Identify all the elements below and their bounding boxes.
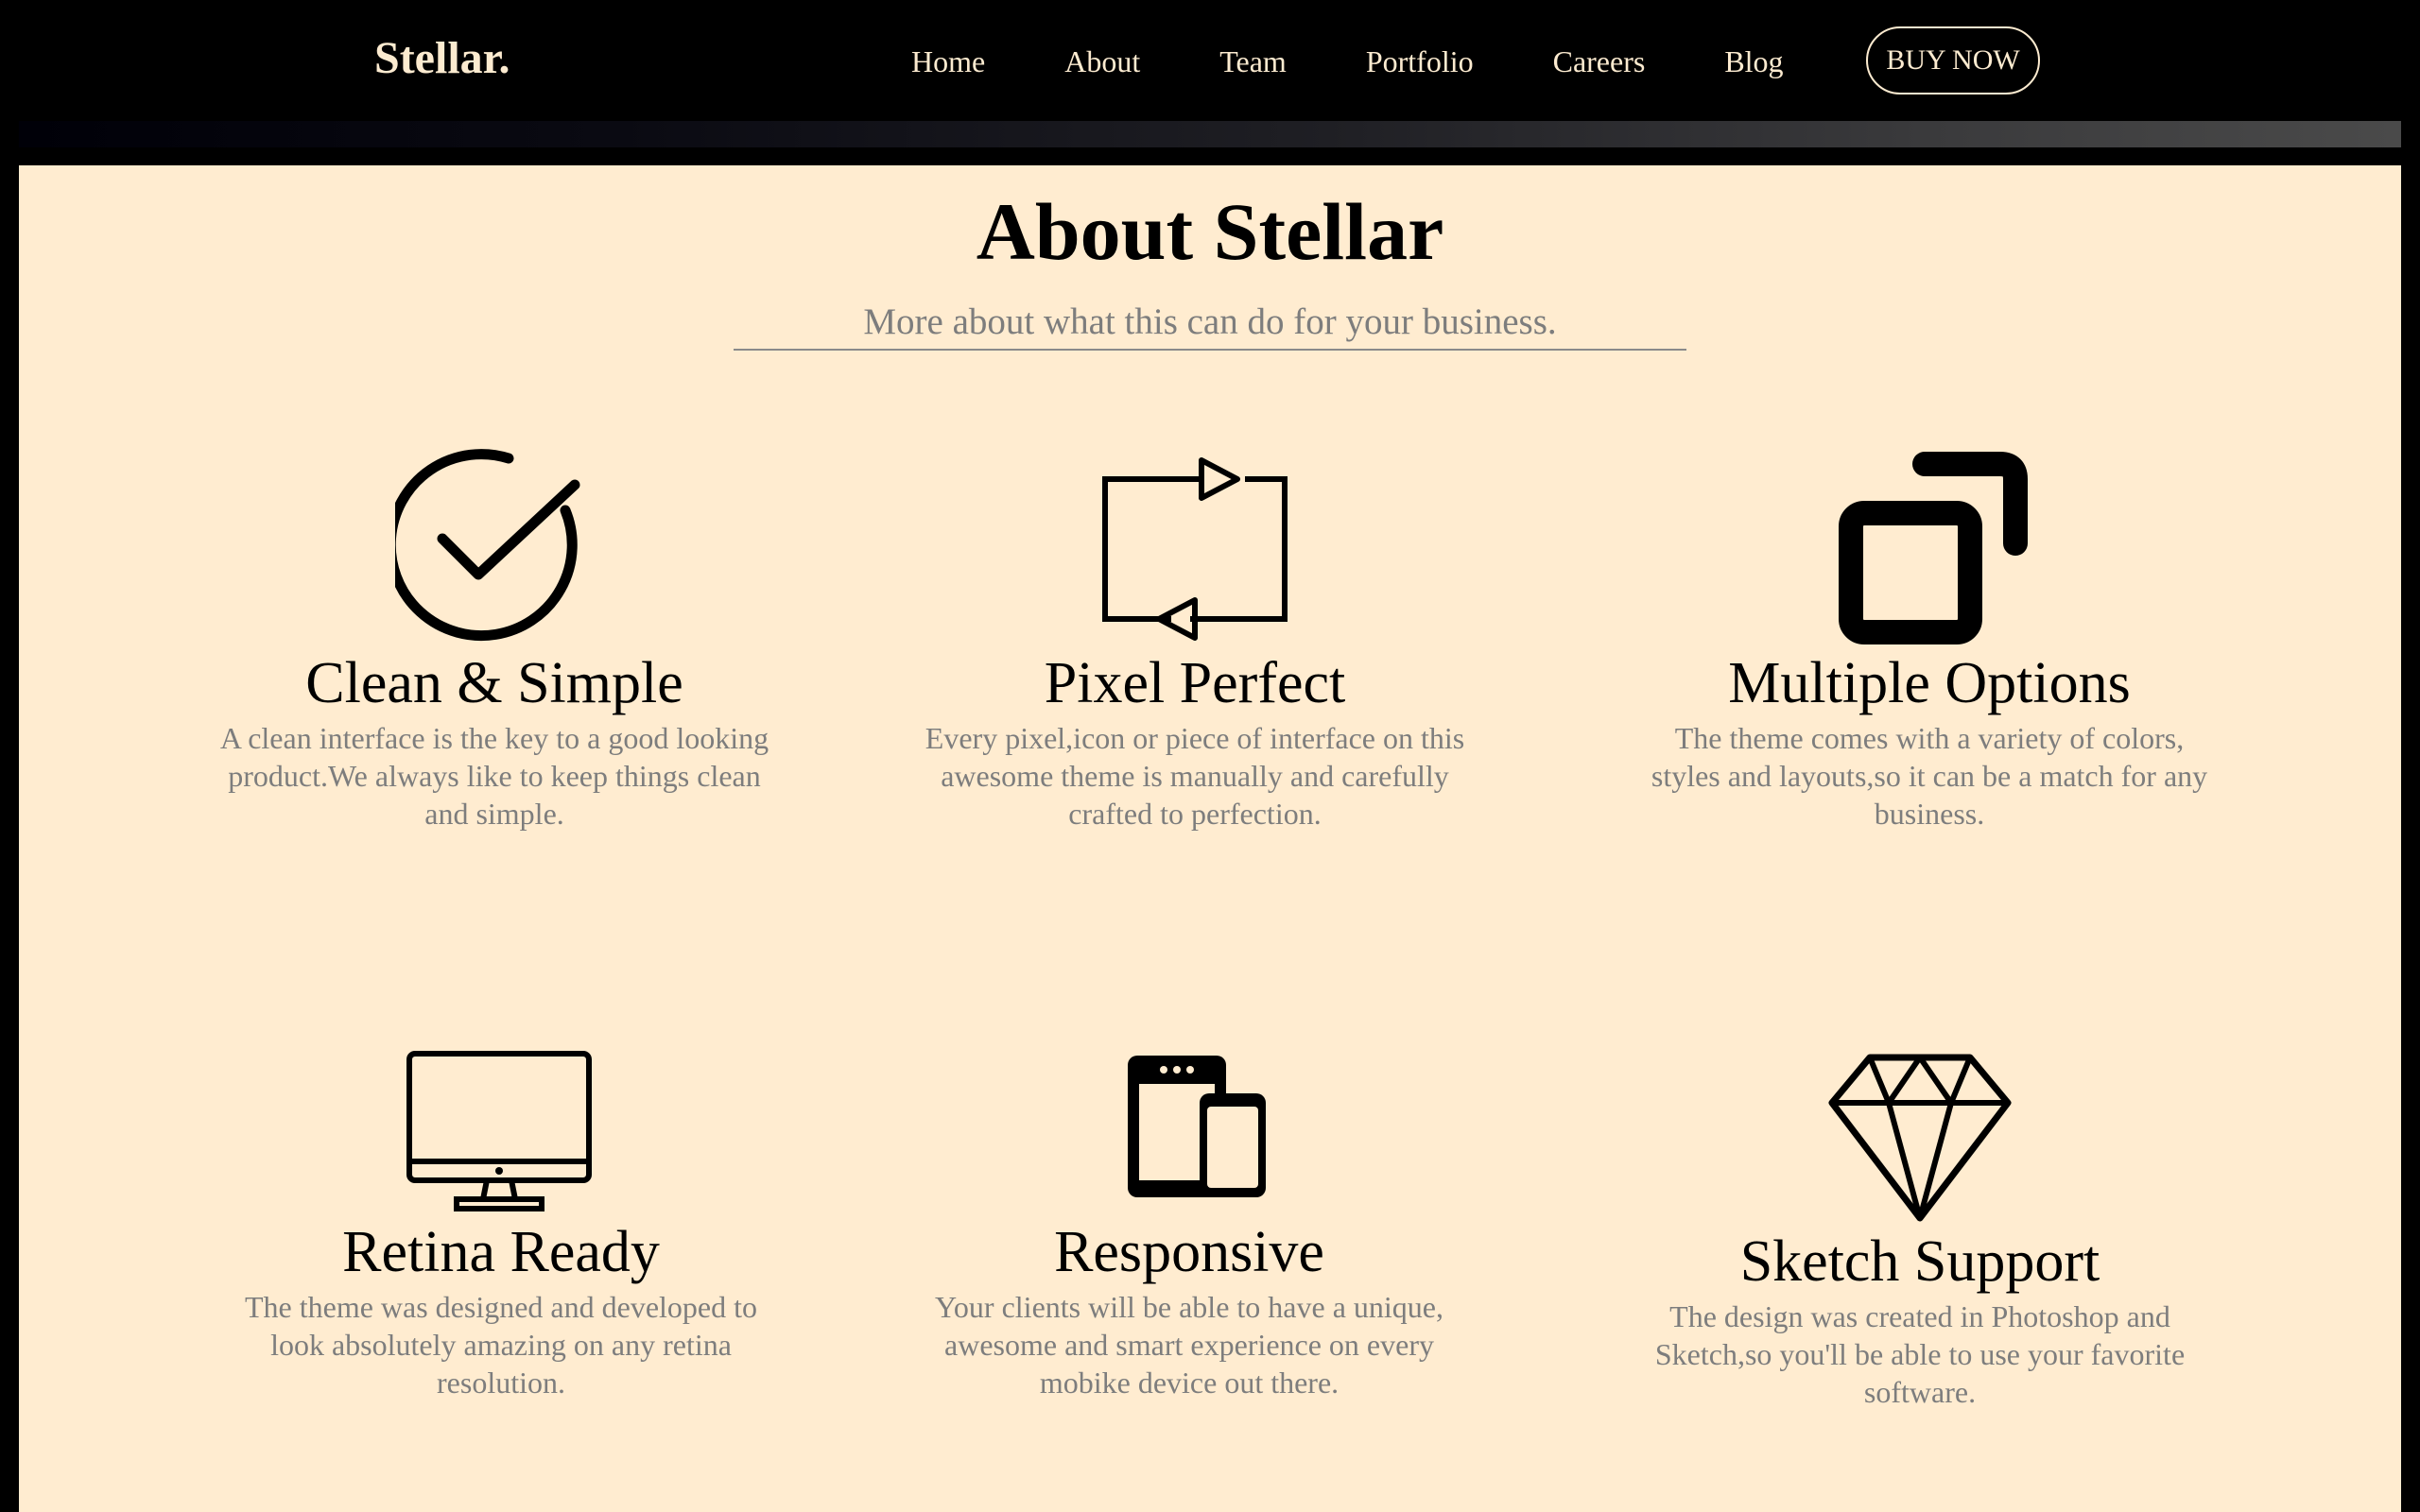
buy-now-button[interactable]: BUY NOW [1866,26,2040,94]
top-navbar: Stellar. Home About Team Portfolio Caree… [0,0,2420,121]
nav-link-about[interactable]: About [1064,38,1140,85]
feature-title: Pixel Perfect [1044,651,1346,715]
nav-link-careers[interactable]: Careers [1553,38,1646,85]
nav-link-home[interactable]: Home [911,38,985,85]
nav-link-blog[interactable]: Blog [1724,38,1783,85]
overlapping-squares-icon [1839,452,2028,644]
nav-links: Home About Team Portfolio Careers Blog [911,38,1784,85]
nav-link-team[interactable]: Team [1219,38,1287,85]
feature-card-retina-ready: Retina Ready The theme was designed and … [208,1046,794,1401]
feature-card-multiple-options: Multiple Options The theme comes with a … [1636,449,2222,833]
feature-card-sketch-support: Sketch Support The design was created in… [1627,1046,2213,1411]
about-section: About Stellar More about what this can d… [19,165,2401,1512]
feature-description: The theme comes with a variety of colors… [1651,721,2208,831]
tablet-phone-icon [1128,1056,1266,1197]
nav-link-portfolio[interactable]: Portfolio [1366,38,1474,85]
diamond-icon [1828,1054,2012,1222]
brand-logo[interactable]: Stellar. [374,30,510,87]
feature-card-pixel-perfect: Pixel Perfect Every pixel,icon or piece … [902,449,1488,833]
header-gradient-divider [19,121,2401,147]
check-circle-icon [395,449,580,642]
feature-title: Clean & Simple [305,651,683,715]
feature-description: A clean interface is the key to a good l… [219,721,769,831]
section-title: About Stellar [976,186,1444,277]
feature-title: Multiple Options [1728,651,2131,715]
feature-description: Your clients will be able to have a uniq… [935,1290,1443,1400]
feature-card-responsive: Responsive Your clients will be able to … [896,1046,1482,1401]
feature-title: Responsive [1054,1220,1324,1284]
repeat-arrows-icon [1102,457,1288,641]
section-subtitle: More about what this can do for your bus… [734,298,1686,351]
feature-description: The design was created in Photoshop and … [1654,1299,2186,1409]
feature-title: Sketch Support [1739,1229,2100,1294]
feature-title: Retina Ready [342,1220,660,1284]
feature-card-clean-simple: Clean & Simple A clean interface is the … [201,449,787,833]
monitor-icon [406,1051,592,1211]
feature-description: Every pixel,icon or piece of interface o… [925,721,1465,831]
feature-description: The theme was designed and developed to … [244,1290,758,1400]
